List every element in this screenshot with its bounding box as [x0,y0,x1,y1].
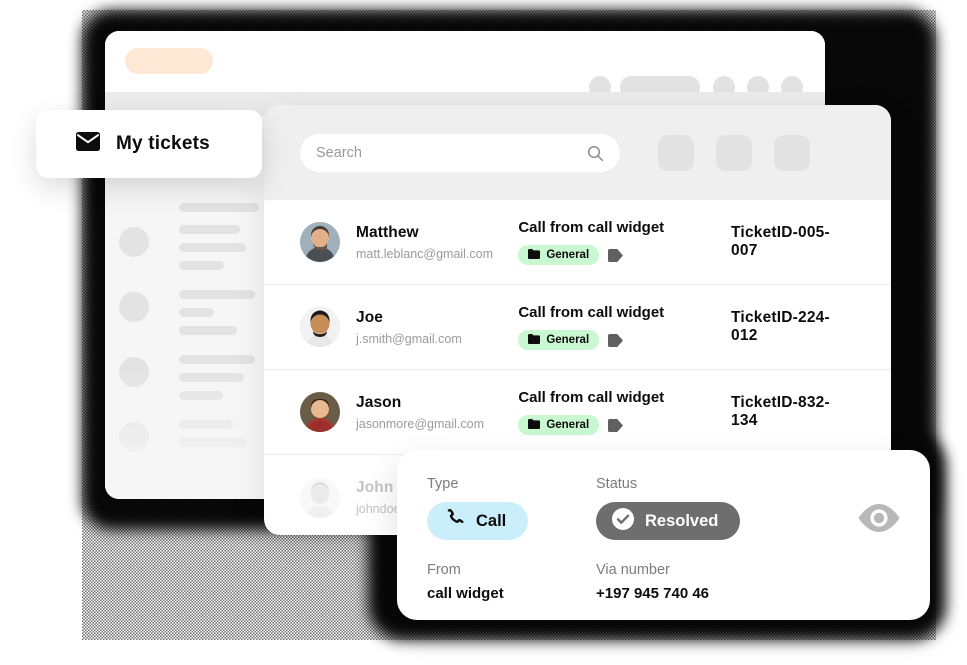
contact-name: Jason [356,393,402,411]
ticket-detail-card: Type Call Status Resolved From call widg… [397,450,930,620]
type-value: Call [476,511,507,530]
folder-icon [528,331,541,349]
via-number-label: Via number [596,562,670,578]
ticket-id: TicketID-224-012 [731,309,830,344]
search-placeholder: Search [316,144,362,161]
ticket-subject: Call from call widget [518,219,665,236]
tag-row: General [518,330,731,350]
from-value: call widget [427,585,504,602]
filter-button-3[interactable] [774,134,810,171]
avatar [300,392,340,432]
my-tickets-label: My tickets [116,133,210,154]
contact-email: jasonmore@gmail.com [356,416,485,431]
contact: Matthew matt.leblanc@gmail.com [356,224,514,261]
tag-badge[interactable]: General [518,415,600,435]
table-row[interactable]: Joe j.smith@gmail.com Call from call wid… [264,285,891,370]
ticket-id: TicketID-832-134 [731,394,830,429]
skeleton-avatar [119,422,149,452]
contact-name: Joe [356,308,384,326]
from-field: From call widget [427,562,504,602]
avatar [300,477,340,518]
type-label: Type [427,476,459,492]
browser-topbar [105,31,825,98]
ticket-id: TicketID-005-007 [731,224,830,259]
status-value: Resolved [645,511,719,530]
skeleton-avatar [119,357,149,387]
from-label: From [427,562,461,578]
contact-name: Matthew [356,223,419,241]
skeleton-avatar [119,292,149,322]
contact: Jason jasonmore@gmail.com [356,394,514,431]
contact-email: matt.leblanc@gmail.com [356,246,494,261]
type-value-badge[interactable]: Call [427,502,529,540]
via-number-value: +197 945 740 46 [596,585,710,602]
screenshot-root: Search Matthew matt.leblanc@gmail.com Ca… [0,0,967,665]
folder-icon [528,416,541,434]
table-row[interactable]: Matthew matt.leblanc@gmail.com Call from… [264,200,891,285]
tag-icon[interactable] [608,248,624,262]
status-field: Status Resolved [596,476,741,540]
filter-button-2[interactable] [716,134,752,171]
tag-icon[interactable] [608,418,624,432]
avatar [300,307,340,347]
tickets-toolbar: Search [264,105,891,200]
contact-email: j.smith@gmail.com [356,331,462,346]
envelope-icon [76,132,100,156]
tag-badge[interactable]: General [518,245,600,265]
ticket-subject: Call from call widget [518,389,665,406]
status-label: Status [596,476,638,492]
ticket-subject: Call from call widget [518,304,665,321]
type-field: Type Call [427,476,529,540]
tag-row: General [518,245,731,265]
phone-icon [445,508,464,533]
search-icon[interactable] [587,145,604,167]
browser-tab[interactable] [125,48,213,74]
ticket-subject-cell: Call from call widget General [518,219,731,265]
tag-icon[interactable] [608,333,624,347]
search-input[interactable]: Search [300,133,620,172]
table-row[interactable]: Jason jasonmore@gmail.com Call from call… [264,370,891,455]
tag-label: General [546,249,590,261]
filter-button-group [658,134,810,171]
avatar [300,222,340,262]
eye-icon[interactable] [856,502,902,539]
folder-icon [528,246,541,264]
via-number-field: Via number +197 945 740 46 [596,562,709,602]
tag-label: General [546,334,590,346]
tag-badge[interactable]: General [518,330,600,350]
skeleton-avatar [119,227,149,257]
tag-row: General [518,415,731,435]
check-circle-icon [612,507,634,535]
filter-button-1[interactable] [658,134,694,171]
ticket-subject-cell: Call from call widget General [518,304,731,350]
tag-label: General [546,419,590,431]
status-badge[interactable]: Resolved [596,502,741,540]
contact: Joe j.smith@gmail.com [356,309,514,346]
my-tickets-chip[interactable]: My tickets [36,110,262,178]
ticket-subject-cell: Call from call widget General [518,389,731,435]
